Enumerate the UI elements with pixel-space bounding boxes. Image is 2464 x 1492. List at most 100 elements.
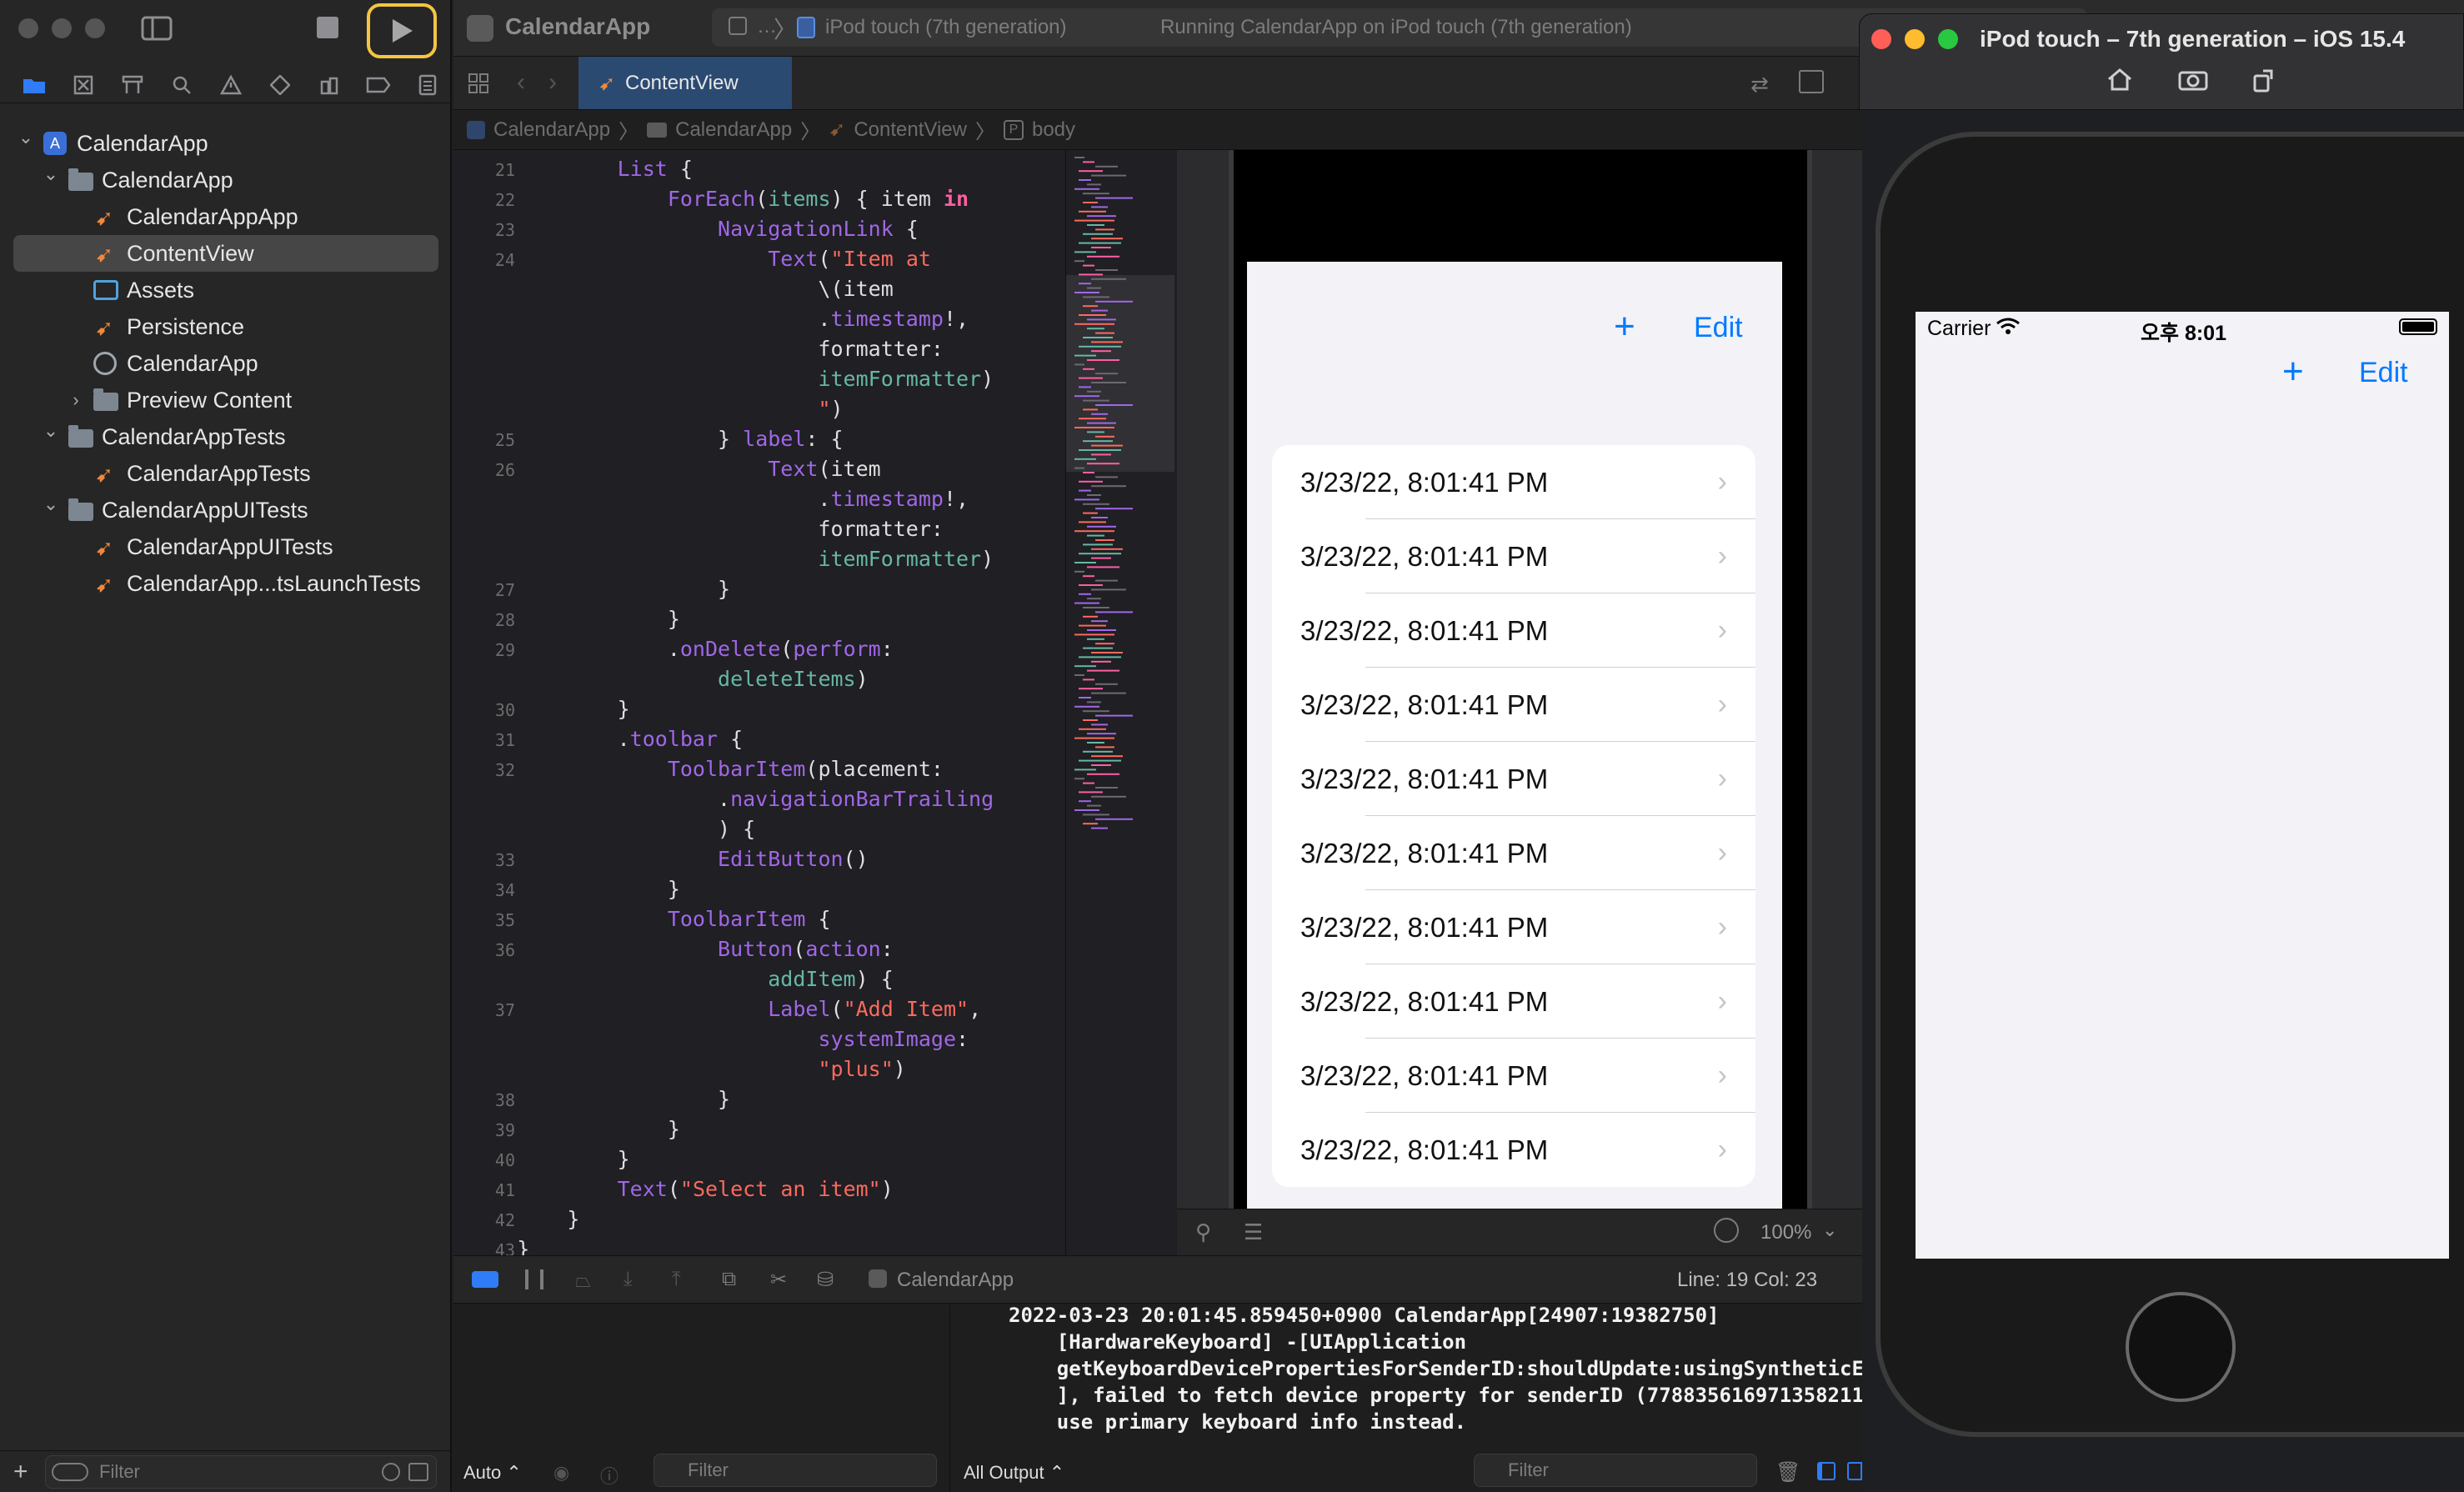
file-tree-item[interactable]: ➹ Persistence [0,308,452,345]
recent-files-icon[interactable] [382,1463,400,1481]
environment-overrides-icon[interactable]: ⛁ [817,1268,834,1292]
hide-debug-area-icon[interactable] [472,1271,498,1288]
file-tree-item[interactable]: ➹ CalendarAppApp [0,198,452,235]
file-tree-item[interactable]: CalendarApp [0,345,452,382]
preview-add-button[interactable]: + [1614,308,1635,345]
find-navigator-tab[interactable] [158,67,207,103]
code-token: ) [830,397,844,421]
simulator-screen[interactable]: Carrier 오후 8:01 + Edit [1916,312,2449,1259]
source-control-filter-icon[interactable] [408,1463,428,1481]
disclosure-closed-icon[interactable]: › [67,389,85,411]
preview-edit-button[interactable]: Edit [1694,312,1743,344]
list-item[interactable]: 3/23/22, 8:01:41 PM › [1272,964,1755,1039]
variables-filter-field[interactable]: Filter [654,1454,937,1487]
file-tree-item[interactable]: ⌄ CalendarApp [0,162,452,198]
file-tree-item[interactable]: ⌄ A CalendarApp [0,125,452,162]
jump-bar-project[interactable]: CalendarApp [493,118,610,142]
destination-selector[interactable]: iPod touch (7th generation) [825,16,1067,39]
console-view[interactable]: 2022-03-23 20:01:45.859450+0900 Calendar… [950,1304,1862,1492]
home-button[interactable] [2126,1292,2236,1402]
run-button[interactable] [367,3,437,58]
file-tree-item[interactable]: ➹ CalendarApp...tsLaunchTests [0,565,452,602]
zoom-level[interactable]: 100% [1760,1221,1811,1244]
debug-navigator-tab[interactable] [304,67,353,103]
test-navigator-tab[interactable] [255,67,304,103]
simulator-add-button[interactable]: + [2282,353,2304,390]
issue-navigator-tab[interactable] [207,67,256,103]
report-navigator-tab[interactable] [403,67,452,103]
console-output-selector[interactable]: All Output ⌃ [964,1462,1064,1484]
source-control-navigator-tab[interactable] [59,67,108,103]
back-chevron-icon[interactable]: ‹ [517,68,525,97]
code-token: Label [768,997,831,1021]
sidebar-toggle-icon[interactable] [138,12,175,45]
symbol-navigator-tab[interactable] [108,67,158,103]
simulator-zoom-button[interactable] [1938,29,1958,49]
list-item[interactable]: 3/23/22, 8:01:41 PM › [1272,593,1755,668]
debug-view-hierarchy-icon[interactable]: ⧉ [722,1268,736,1291]
list-item[interactable]: 3/23/22, 8:01:41 PM › [1272,890,1755,964]
pin-icon[interactable]: ⚲ [1195,1219,1211,1245]
file-tree-item[interactable]: › Preview Content [0,382,452,418]
device-settings-icon[interactable]: ☰ [1244,1219,1263,1245]
step-over-icon[interactable]: ⤓ [624,1268,633,1291]
breakpoint-navigator-tab[interactable] [353,67,403,103]
scheme-icon[interactable] [729,17,747,35]
file-tree-item[interactable]: ⌄ CalendarAppTests [0,418,452,455]
simulator-edit-button[interactable]: Edit [2359,357,2408,389]
list-item[interactable]: 3/23/22, 8:01:41 PM › [1272,668,1755,742]
variables-scope-selector[interactable]: Auto ⌃ [463,1462,522,1484]
editor-options-icon[interactable] [1799,70,1824,93]
file-tree-item[interactable]: ⌄ CalendarAppUITests [0,492,452,528]
close-window-button[interactable] [18,18,38,38]
breakpoints-toggle-icon[interactable]: ⏢ [575,1269,591,1293]
memory-graph-icon[interactable]: ✂ [770,1268,787,1292]
file-tree-item[interactable]: ➹ CalendarAppUITests [0,528,452,565]
list-item[interactable]: 3/23/22, 8:01:41 PM › [1272,1039,1755,1113]
list-item[interactable]: 3/23/22, 8:01:41 PM › [1272,519,1755,593]
simulator-minimize-button[interactable] [1905,29,1925,49]
debug-process-name[interactable]: CalendarApp [897,1269,1014,1292]
info-icon[interactable]: ⓘ [600,1462,619,1489]
eye-icon[interactable]: ◉ [553,1462,569,1484]
tab-contentview[interactable]: ➹ ContentView [578,57,792,109]
list-item[interactable]: 3/23/22, 8:01:41 PM › [1272,816,1755,890]
list-item[interactable]: 3/23/22, 8:01:41 PM › [1272,1113,1755,1187]
code-token: perform [793,637,881,661]
project-navigator-tab[interactable] [10,67,59,103]
console-filter-field[interactable]: Filter [1474,1454,1757,1487]
stop-button[interactable] [317,17,338,38]
show-variables-icon[interactable] [1817,1462,1835,1480]
zoom-dropdown-chevron-icon[interactable]: ⌄ [1822,1219,1837,1241]
minimap-line [1095,332,1114,334]
rotate-icon[interactable] [2251,68,2276,97]
disclosure-open-icon[interactable]: ⌄ [42,493,60,515]
disclosure-open-icon[interactable]: ⌄ [42,163,60,185]
minimap[interactable] [1065,150,1174,1255]
list-item[interactable]: 3/23/22, 8:01:41 PM › [1272,445,1755,519]
screenshot-icon[interactable] [2178,68,2208,95]
file-tree-item[interactable]: Assets [0,272,452,308]
zoom-window-button[interactable] [85,18,105,38]
file-tree-item[interactable]: ➹ ContentView [13,235,438,272]
step-into-icon[interactable]: ⤒ [672,1268,681,1291]
add-file-button[interactable]: + [13,1459,28,1484]
forward-chevron-icon[interactable]: › [548,68,557,97]
home-icon[interactable] [2106,68,2133,95]
filter-options-icon[interactable] [52,1463,88,1481]
list-item[interactable]: 3/23/22, 8:01:41 PM › [1272,742,1755,816]
zoom-out-icon[interactable] [1714,1218,1739,1243]
pause-icon[interactable] [525,1269,543,1289]
file-tree-item[interactable]: ➹ CalendarAppTests [0,455,452,492]
simulator-close-button[interactable] [1871,29,1891,49]
jump-bar-group[interactable]: CalendarApp [675,118,792,142]
minimize-window-button[interactable] [52,18,72,38]
disclosure-open-icon[interactable]: ⌄ [42,420,60,442]
navigator-filter-field[interactable]: Filter [45,1455,437,1489]
jump-bar-symbol[interactable]: body [1032,118,1075,142]
trash-icon[interactable]: 🗑 [1775,1460,1800,1484]
editor-grid-icon[interactable] [463,68,493,98]
disclosure-open-icon[interactable]: ⌄ [17,127,35,148]
related-items-icon[interactable]: ⇄ [1750,72,1769,98]
jump-bar-file[interactable]: ContentView [854,118,967,142]
